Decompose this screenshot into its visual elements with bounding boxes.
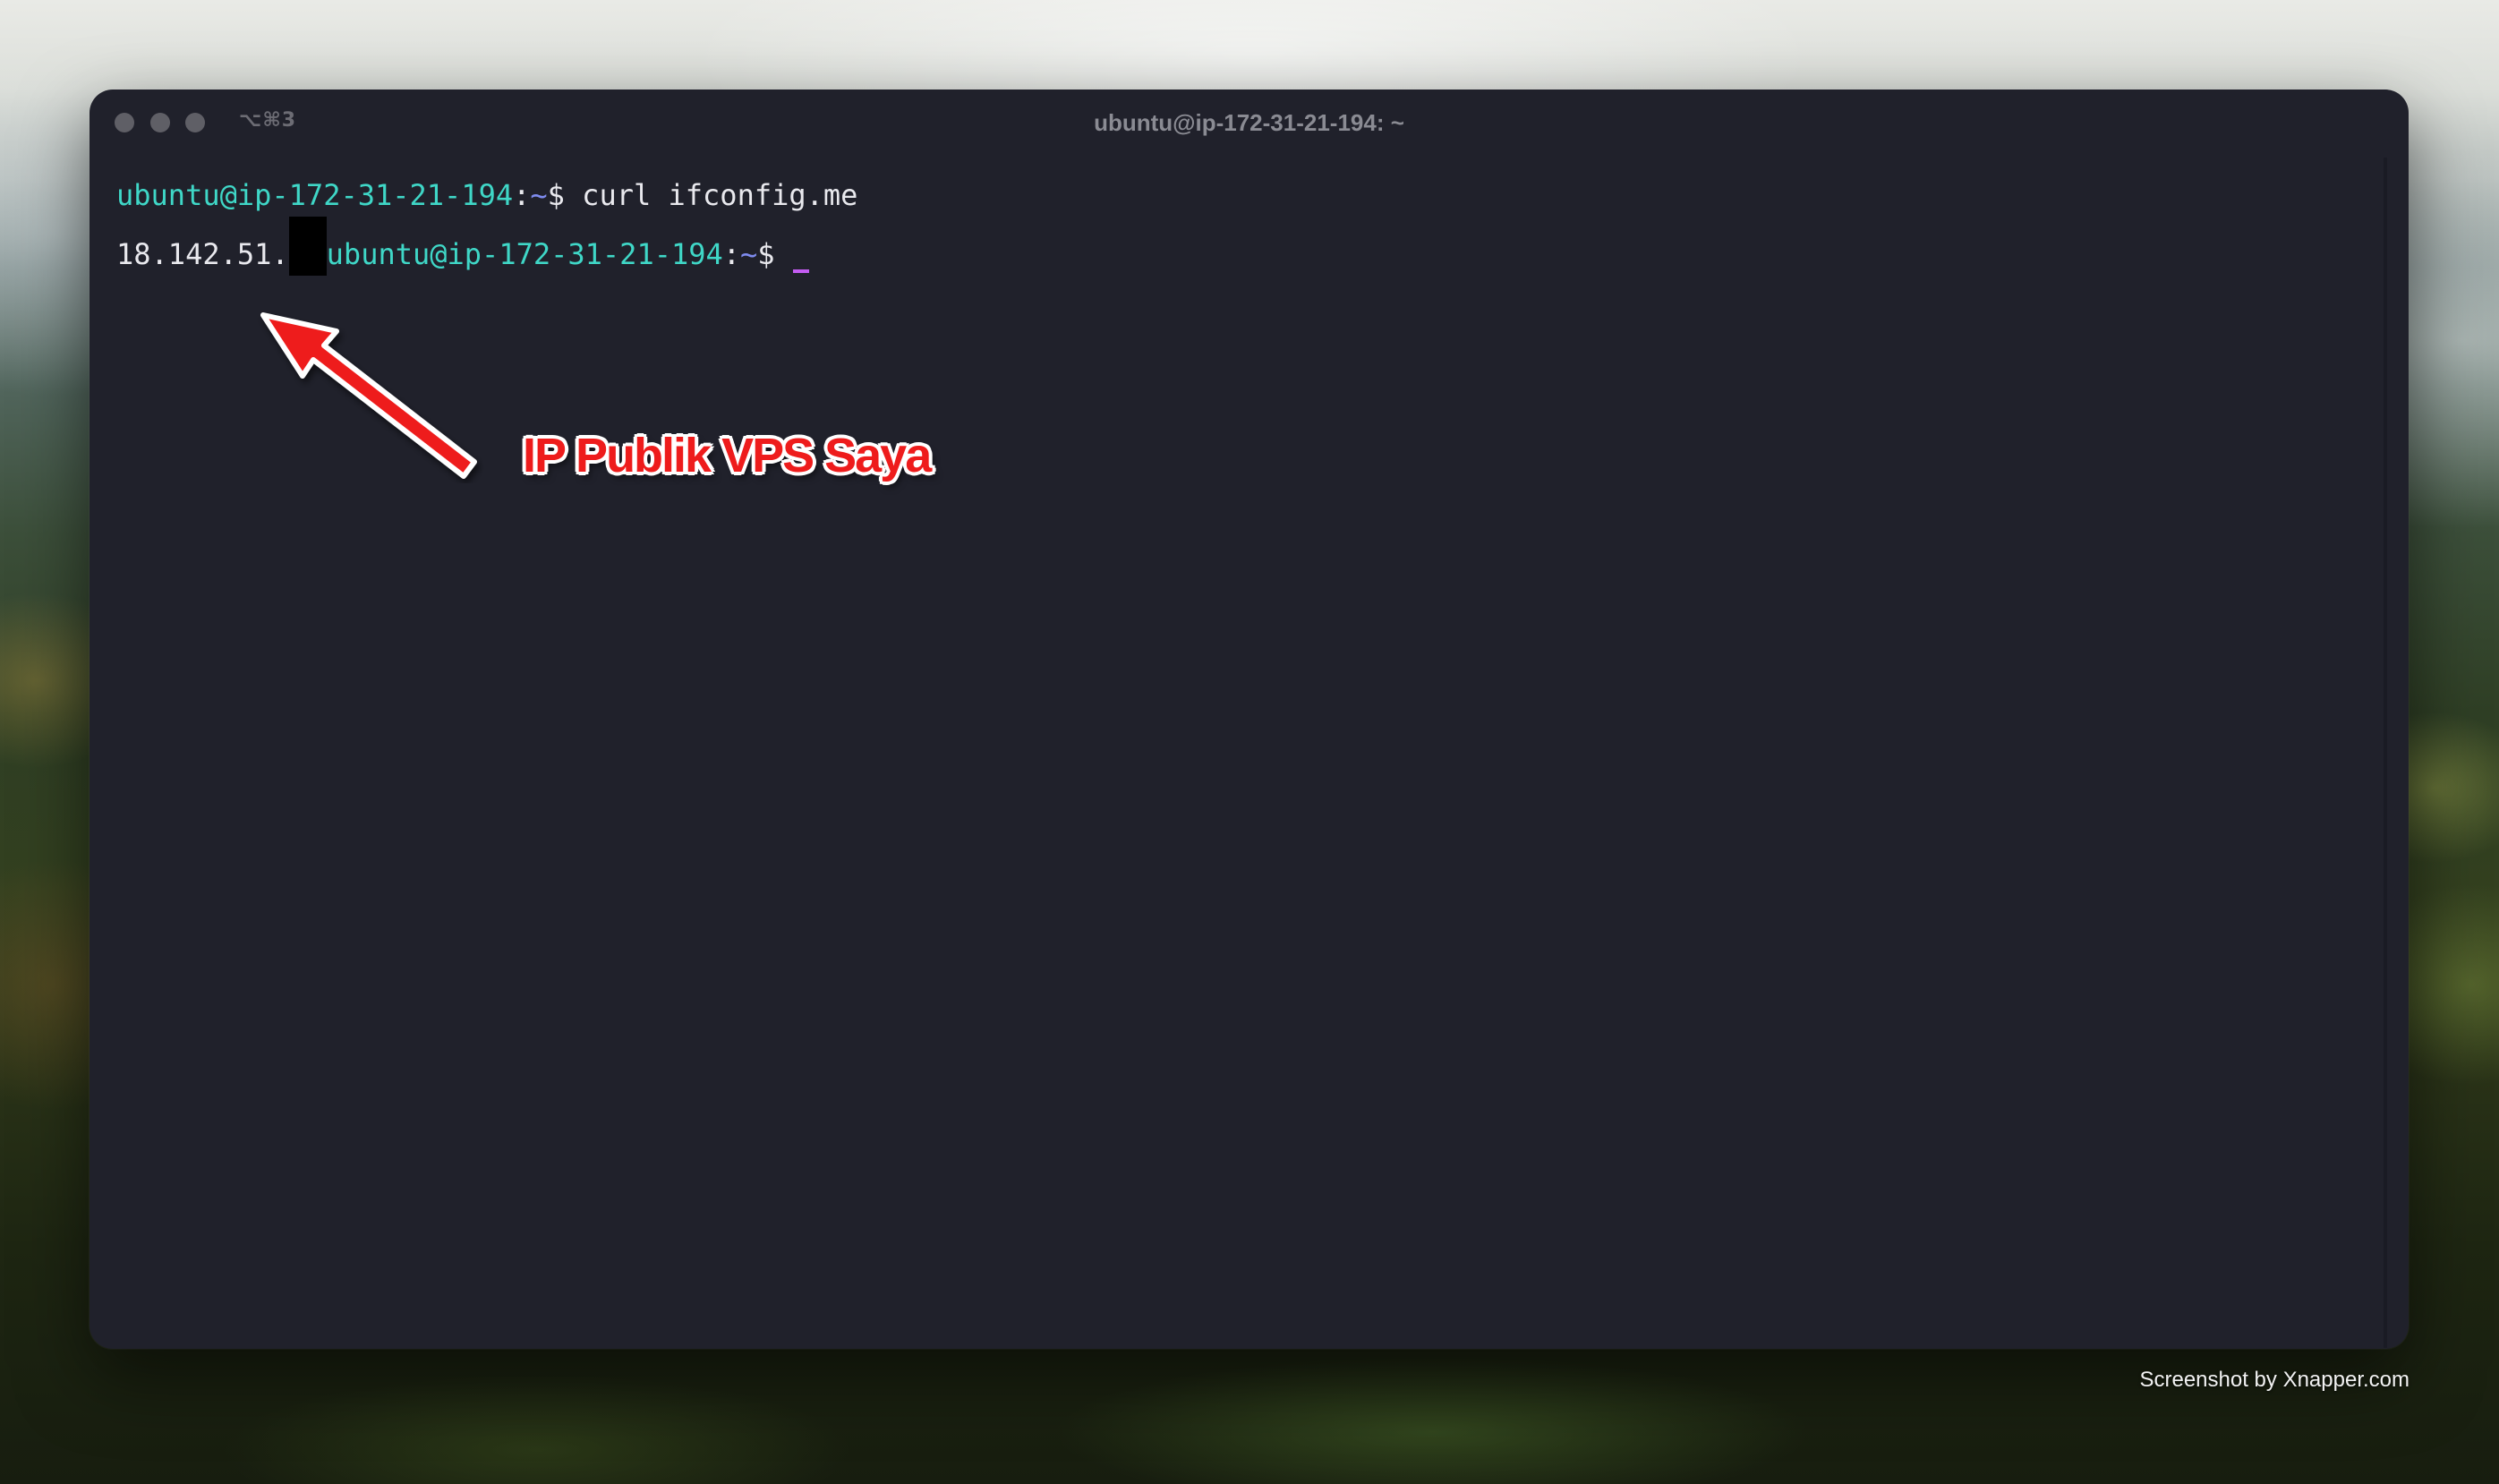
text-cursor [792, 269, 809, 273]
annotation-arrow-icon [260, 312, 477, 479]
prompt-path: ~ [740, 237, 758, 271]
prompt-dollar: $ [757, 237, 775, 271]
watermark-text: Screenshot by Xnapper.com [2139, 1368, 2409, 1392]
annotation-label: IP Publik VPS Saya [523, 429, 932, 482]
prompt-user-host: ubuntu@ip-172-31-21-194 [116, 178, 514, 212]
terminal-line-output: 18.142.51. ubuntu@ip-172-31-21-194:~$ [116, 217, 809, 276]
command-text: curl ifconfig.me [564, 178, 858, 212]
window-title: ubuntu@ip-172-31-21-194: ~ [1094, 109, 1404, 136]
prompt-path: ~ [530, 178, 548, 212]
prompt-dollar: $ [547, 178, 565, 212]
terminal-line-command: ubuntu@ip-172-31-21-194:~$ curl ifconfig… [116, 175, 857, 215]
title-bar[interactable]: ⌥⌘3 ubuntu@ip-172-31-21-194: ~ [90, 90, 2409, 156]
redaction-block [288, 217, 327, 276]
scrollbar[interactable] [2384, 158, 2387, 1348]
prompt-separator: : [513, 178, 531, 212]
ip-output-text: 18.142.51. [116, 237, 289, 271]
terminal-window[interactable]: ⌥⌘3 ubuntu@ip-172-31-21-194: ~ ubuntu@ip… [90, 90, 2409, 1349]
prompt-separator: : [722, 237, 741, 271]
prompt-user-host: ubuntu@ip-172-31-21-194 [326, 237, 723, 271]
